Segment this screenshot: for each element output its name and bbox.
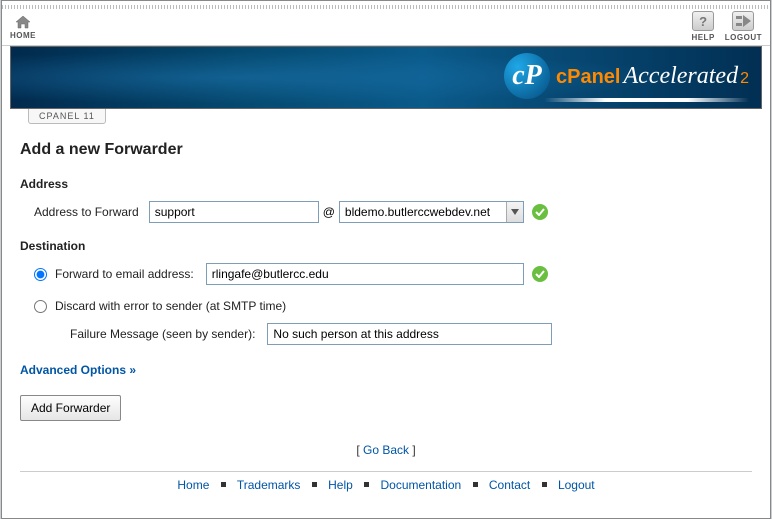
brand-banner: cP cPanel Accelerated 2 bbox=[10, 46, 762, 109]
footer-help[interactable]: Help bbox=[328, 478, 353, 492]
domain-selected-text: bldemo.butlerccwebdev.net bbox=[340, 205, 506, 219]
forward-email-input[interactable] bbox=[206, 263, 524, 285]
bracket-left: [ bbox=[356, 443, 363, 457]
add-forwarder-button[interactable]: Add Forwarder bbox=[20, 395, 121, 421]
footer-documentation[interactable]: Documentation bbox=[380, 478, 461, 492]
discard-label: Discard with error to sender (at SMTP ti… bbox=[55, 299, 286, 313]
separator-icon bbox=[364, 482, 369, 487]
destination-section-heading: Destination bbox=[20, 239, 752, 253]
help-icon: ? bbox=[692, 11, 714, 31]
cpanel-logo-icon: cP bbox=[504, 53, 550, 99]
tab-cpanel[interactable]: CPANEL 11 bbox=[28, 109, 106, 124]
failure-message-input[interactable] bbox=[267, 323, 552, 345]
separator-icon bbox=[473, 482, 478, 487]
logout-label: LOGOUT bbox=[725, 33, 762, 42]
logout-icon bbox=[732, 11, 754, 31]
footer-home[interactable]: Home bbox=[177, 478, 209, 492]
footer-nav: Home Trademarks Help Documentation Conta… bbox=[20, 471, 752, 492]
help-button[interactable]: ? HELP bbox=[691, 11, 714, 42]
failure-message-label: Failure Message (seen by sender): bbox=[70, 327, 255, 341]
top-toolbar: HOME ? HELP LOGOUT bbox=[2, 1, 770, 46]
help-label: HELP bbox=[691, 33, 714, 42]
chevron-down-icon bbox=[506, 202, 523, 222]
logout-button[interactable]: LOGOUT bbox=[725, 11, 762, 42]
separator-icon bbox=[221, 482, 226, 487]
address-to-forward-label: Address to Forward bbox=[34, 205, 139, 219]
footer-trademarks[interactable]: Trademarks bbox=[237, 478, 301, 492]
home-button[interactable]: HOME bbox=[10, 15, 36, 40]
brand-panel-text: cPanel bbox=[556, 66, 620, 89]
at-symbol: @ bbox=[323, 205, 335, 219]
discard-radio[interactable] bbox=[34, 300, 47, 313]
address-section-heading: Address bbox=[20, 177, 752, 191]
home-icon bbox=[15, 15, 31, 29]
address-input[interactable] bbox=[149, 201, 319, 223]
footer-contact[interactable]: Contact bbox=[489, 478, 530, 492]
footer-logout[interactable]: Logout bbox=[558, 478, 595, 492]
page-title: Add a new Forwarder bbox=[20, 141, 752, 159]
brand-sub-text: 2 bbox=[740, 70, 749, 88]
go-back-link[interactable]: Go Back bbox=[363, 443, 409, 457]
advanced-options-link[interactable]: Advanced Options » bbox=[20, 363, 136, 377]
forward-radio[interactable] bbox=[34, 268, 47, 281]
go-back-row: [ Go Back ] bbox=[20, 443, 752, 457]
separator-icon bbox=[312, 482, 317, 487]
brand-accel-text: Accelerated bbox=[623, 63, 738, 90]
cpanel-logo: cP cPanel Accelerated 2 bbox=[504, 53, 749, 99]
check-icon bbox=[532, 266, 548, 282]
check-icon bbox=[532, 204, 548, 220]
main-content: Add a new Forwarder Address Address to F… bbox=[2, 127, 770, 500]
bracket-right: ] bbox=[409, 443, 416, 457]
forward-label: Forward to email address: bbox=[55, 267, 194, 281]
home-label: HOME bbox=[10, 31, 36, 40]
separator-icon bbox=[542, 482, 547, 487]
domain-select[interactable]: bldemo.butlerccwebdev.net bbox=[339, 201, 524, 223]
